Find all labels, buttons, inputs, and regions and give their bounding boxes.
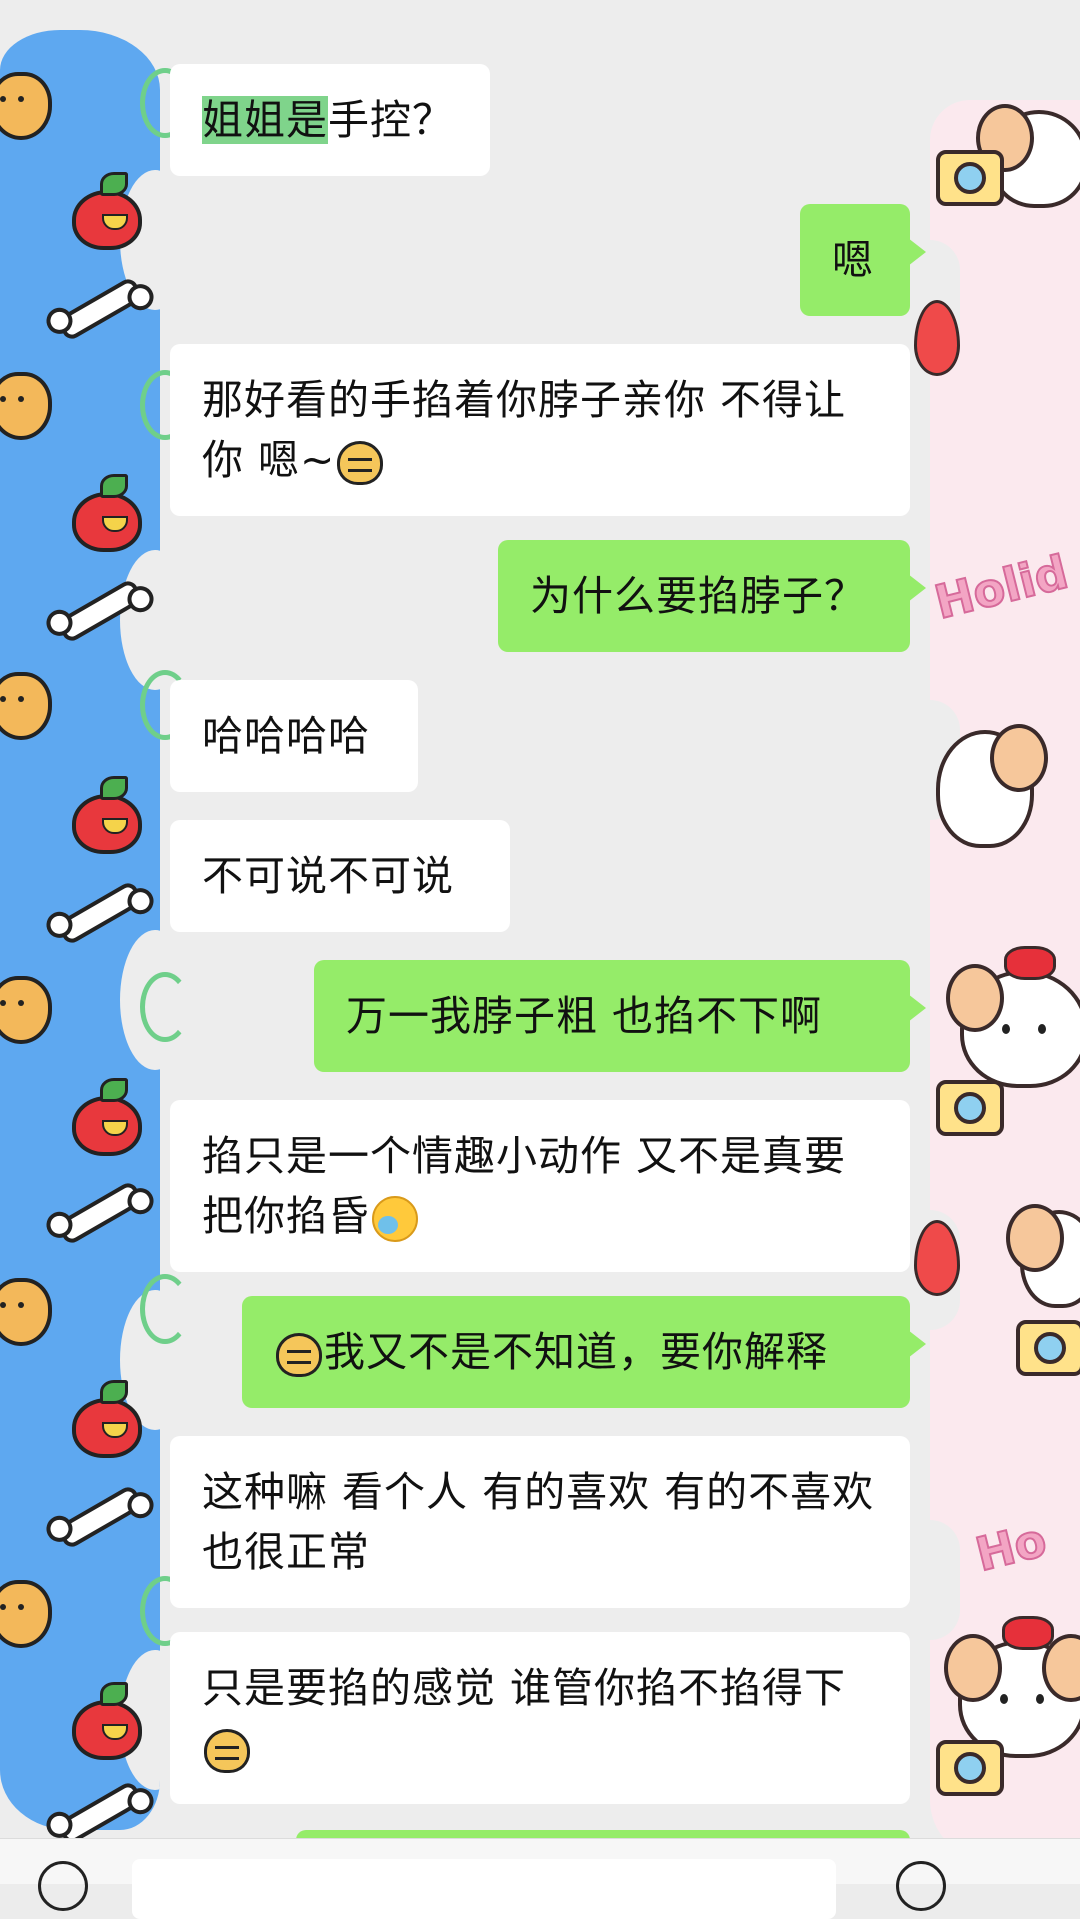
message-input[interactable] bbox=[132, 1859, 836, 1919]
message-text: 手控？ bbox=[328, 96, 454, 144]
message-bubble-incoming[interactable]: 这种嘛 看个人 有的喜欢 有的不喜欢 也很正常 bbox=[170, 1436, 910, 1608]
chat-area[interactable]: Holid Ho 姐姐是手控？ 嗯 那好看的手掐着你脖子亲你 不得让你 嗯~ 为… bbox=[0, 0, 1080, 1840]
message-bubble-incoming[interactable]: 不可说不可说 bbox=[170, 820, 510, 932]
message-bubble-outgoing[interactable]: 万一我脖子粗 也掐不下啊 bbox=[314, 960, 926, 1072]
message-bubble-outgoing[interactable]: 嗯 bbox=[800, 204, 926, 316]
puppy-sticker-icon bbox=[946, 946, 1080, 1088]
message-bubble-incoming[interactable]: 只是要掐的感觉 谁管你掐不掐得下 bbox=[170, 1632, 910, 1804]
message-bubble-incoming[interactable]: 那好看的手掐着你脖子亲你 不得让你 嗯~ bbox=[170, 344, 910, 516]
message-bubble-incoming[interactable]: 姐姐是手控？ bbox=[170, 64, 490, 176]
emoji-icon[interactable] bbox=[896, 1861, 946, 1911]
camera-sticker-icon bbox=[936, 1740, 1004, 1796]
apple-sticker-icon bbox=[72, 474, 142, 552]
doge-emoji-icon bbox=[204, 1729, 250, 1773]
puppy-sticker-icon bbox=[1006, 1204, 1080, 1308]
message-bubble-incoming[interactable]: 哈哈哈哈 bbox=[170, 680, 418, 792]
message-text: 那好看的手掐着你脖子亲你 不得让你 嗯~ bbox=[202, 376, 847, 484]
doge-emoji-icon bbox=[337, 441, 384, 485]
message-text: 哈哈哈哈 bbox=[202, 712, 370, 760]
doge-emoji-icon bbox=[276, 1333, 322, 1377]
apple-sticker-icon bbox=[72, 1380, 142, 1458]
camera-sticker-icon bbox=[936, 1080, 1004, 1136]
apple-sticker-icon bbox=[72, 776, 142, 854]
camera-sticker-icon bbox=[1016, 1320, 1080, 1376]
puppy-sticker-icon bbox=[936, 724, 1048, 848]
message-text: 掐只是一个情趣小动作 又不是真要把你掐昏 bbox=[202, 1132, 847, 1240]
message-text: 我又不是不知道，要你解释 bbox=[324, 1328, 828, 1376]
apple-sticker-icon bbox=[72, 1078, 142, 1156]
message-bubble-outgoing[interactable]: 为什么要掐脖子？ bbox=[498, 540, 926, 652]
message-text: 万一我脖子粗 也掐不下啊 bbox=[346, 992, 823, 1040]
message-text: 不可说不可说 bbox=[202, 852, 454, 900]
message-text: 只是要掐的感觉 谁管你掐不掐得下 bbox=[202, 1664, 847, 1712]
message-bubble-incoming[interactable]: 掐只是一个情趣小动作 又不是真要把你掐昏 bbox=[170, 1100, 910, 1272]
voice-icon[interactable] bbox=[38, 1861, 88, 1911]
facepalm-emoji-icon bbox=[372, 1196, 418, 1242]
message-text: 这种嘛 看个人 有的喜欢 有的不喜欢 也很正常 bbox=[202, 1468, 875, 1576]
message-text: 为什么要掐脖子？ bbox=[530, 572, 866, 620]
avatar-ring-icon bbox=[140, 972, 190, 1042]
apple-sticker-icon bbox=[72, 172, 142, 250]
avatar-ring-icon bbox=[140, 1274, 190, 1344]
highlighted-text: 姐姐是 bbox=[202, 96, 328, 144]
message-bubble-outgoing[interactable]: 我又不是不知道，要你解释 bbox=[242, 1296, 926, 1408]
apple-sticker-icon bbox=[72, 1682, 142, 1760]
message-text: 嗯 bbox=[832, 236, 874, 284]
camera-sticker-icon bbox=[936, 150, 1004, 206]
input-bar bbox=[0, 1838, 1080, 1919]
